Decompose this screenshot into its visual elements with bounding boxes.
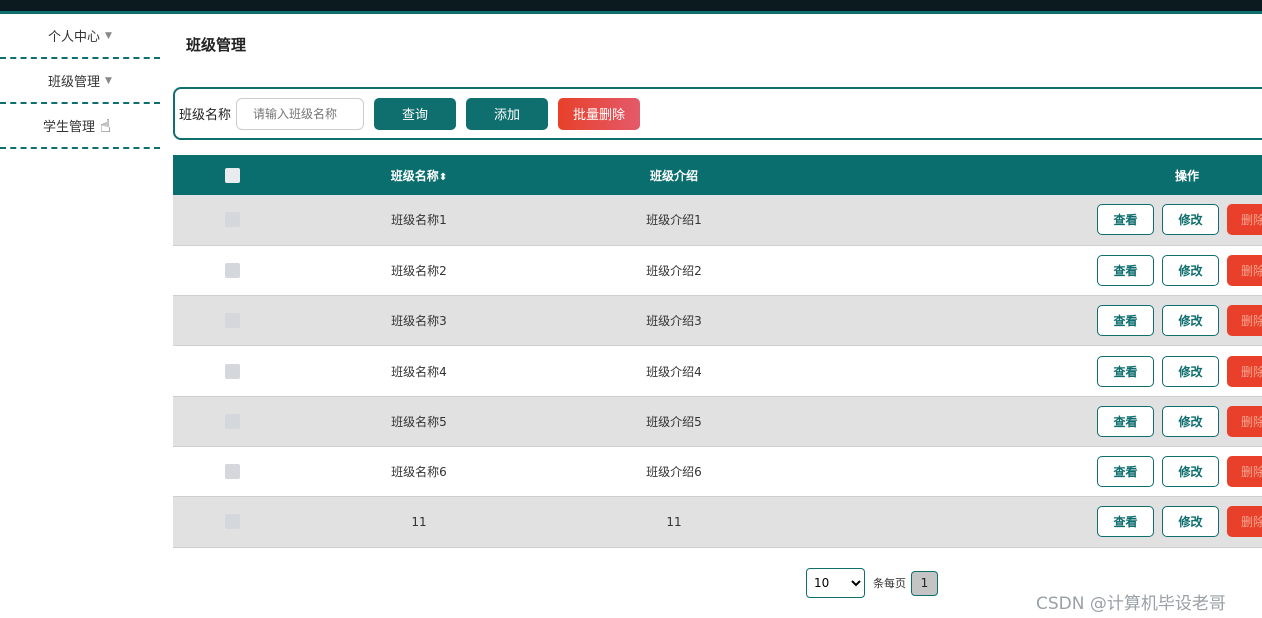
delete-button[interactable]: 删除 <box>1227 254 1262 286</box>
class-name-cell: 班级名称6 <box>291 446 547 498</box>
row-select-cell <box>173 345 291 397</box>
table-header-row: 班级名称⬍ 班级介绍 操作 <box>173 155 1262 195</box>
search-input[interactable] <box>236 97 365 130</box>
row-select-cell <box>173 396 291 447</box>
sidebar-item-label: 个人中心 <box>48 30 101 45</box>
class-intro-cell: 班级介绍6 <box>547 446 801 498</box>
class-intro-cell: 班级介绍2 <box>547 245 801 297</box>
row-checkbox[interactable] <box>224 514 240 530</box>
table-row: 班级名称2 班级介绍2 查看 修改 删除 <box>173 245 1262 297</box>
watermark: CSDN @计算机毕设老哥 <box>1036 594 1226 614</box>
row-checkbox[interactable] <box>224 313 240 329</box>
ops-cell: 查看 修改 删除 <box>801 496 1262 548</box>
class-name-cell: 班级名称1 <box>291 195 547 246</box>
caret-down-icon: ▼ <box>105 75 112 86</box>
page-title: 班级管理 <box>186 36 247 54</box>
table-row: 班级名称6 班级介绍6 查看 修改 删除 <box>173 446 1262 498</box>
column-header-name[interactable]: 班级名称⬍ <box>291 155 547 195</box>
view-button[interactable]: 查看 <box>1097 254 1154 286</box>
search-label: 班级名称 <box>179 108 232 123</box>
edit-button[interactable]: 修改 <box>1162 355 1219 387</box>
sidebar-item-student-management[interactable]: 学生管理 ☝ <box>0 104 160 149</box>
select-all-checkbox[interactable] <box>224 167 240 183</box>
ops-cell: 查看 修改 删除 <box>801 446 1262 498</box>
class-intro-cell: 班级介绍4 <box>547 345 801 397</box>
table-row: 班级名称1 班级介绍1 查看 修改 删除 <box>173 195 1262 246</box>
edit-button[interactable]: 修改 <box>1162 405 1219 437</box>
page-size-select[interactable]: 10 <box>806 568 865 598</box>
row-select-cell <box>173 195 291 246</box>
hand-cursor-icon: ☝ <box>100 116 111 137</box>
column-header-intro: 班级介绍 <box>547 155 801 195</box>
view-button[interactable]: 查看 <box>1097 405 1154 437</box>
row-checkbox[interactable] <box>224 212 240 228</box>
delete-button[interactable]: 删除 <box>1227 355 1262 387</box>
pagination: 10 条每页 1 <box>806 568 938 598</box>
class-intro-cell: 班级介绍3 <box>547 295 801 347</box>
edit-button[interactable]: 修改 <box>1162 305 1219 337</box>
delete-button[interactable]: 删除 <box>1227 456 1262 488</box>
per-page-label: 条每页 <box>873 577 906 590</box>
class-table: 班级名称⬍ 班级介绍 操作 班级名称1 班级介绍1 查看 修改 删除 班级名称2 <box>173 155 1262 548</box>
edit-button[interactable]: 修改 <box>1162 456 1219 488</box>
column-header-label: 操作 <box>1175 168 1200 183</box>
column-header-label: 班级名称 <box>390 168 439 183</box>
delete-button[interactable]: 删除 <box>1227 405 1262 437</box>
delete-button[interactable]: 删除 <box>1227 305 1262 337</box>
row-select-cell <box>173 446 291 498</box>
ops-cell: 查看 修改 删除 <box>801 195 1262 246</box>
row-checkbox[interactable] <box>224 262 240 278</box>
delete-button[interactable]: 删除 <box>1227 506 1262 538</box>
view-button[interactable]: 查看 <box>1097 506 1154 538</box>
add-button[interactable]: 添加 <box>466 97 549 130</box>
row-select-cell <box>173 295 291 347</box>
search-bar: 班级名称 查询 添加 批量删除 <box>173 87 1262 140</box>
view-button[interactable]: 查看 <box>1097 456 1154 488</box>
caret-down-icon: ▼ <box>105 30 112 41</box>
sort-icon[interactable]: ⬍ <box>439 172 447 183</box>
row-select-cell <box>173 245 291 297</box>
sidebar-item-class-management[interactable]: 班级管理 ▼ <box>0 59 160 104</box>
view-button[interactable]: 查看 <box>1097 305 1154 337</box>
batch-delete-button[interactable]: 批量删除 <box>558 97 641 130</box>
table-row: 班级名称5 班级介绍5 查看 修改 删除 <box>173 396 1262 447</box>
sidebar-item-personal-center[interactable]: 个人中心 ▼ <box>0 14 160 59</box>
class-name-cell: 11 <box>291 496 547 548</box>
sidebar: 个人中心 ▼ 班级管理 ▼ 学生管理 ☝ <box>0 14 160 149</box>
page-number-button[interactable]: 1 <box>911 570 938 596</box>
table-row: 班级名称4 班级介绍4 查看 修改 删除 <box>173 345 1262 397</box>
class-intro-cell: 11 <box>547 496 801 548</box>
table-row: 11 11 查看 修改 删除 <box>173 496 1262 548</box>
ops-cell: 查看 修改 删除 <box>801 345 1262 397</box>
class-intro-cell: 班级介绍5 <box>547 396 801 447</box>
class-name-cell: 班级名称5 <box>291 396 547 447</box>
top-bar <box>0 0 1262 14</box>
sidebar-item-label: 学生管理 <box>43 120 96 135</box>
row-select-cell <box>173 496 291 548</box>
table-row: 班级名称3 班级介绍3 查看 修改 删除 <box>173 295 1262 347</box>
row-checkbox[interactable] <box>224 363 240 379</box>
row-checkbox[interactable] <box>224 464 240 480</box>
class-intro-cell: 班级介绍1 <box>547 195 801 246</box>
edit-button[interactable]: 修改 <box>1162 506 1219 538</box>
edit-button[interactable]: 修改 <box>1162 254 1219 286</box>
edit-button[interactable]: 修改 <box>1162 204 1219 236</box>
view-button[interactable]: 查看 <box>1097 204 1154 236</box>
delete-button[interactable]: 删除 <box>1227 204 1262 236</box>
class-name-cell: 班级名称2 <box>291 245 547 297</box>
sidebar-item-label: 班级管理 <box>48 75 101 90</box>
ops-cell: 查看 修改 删除 <box>801 295 1262 347</box>
ops-cell: 查看 修改 删除 <box>801 245 1262 297</box>
query-button[interactable]: 查询 <box>374 97 457 130</box>
class-name-cell: 班级名称4 <box>291 345 547 397</box>
view-button[interactable]: 查看 <box>1097 355 1154 387</box>
select-all-cell <box>173 155 291 195</box>
ops-cell: 查看 修改 删除 <box>801 396 1262 447</box>
row-checkbox[interactable] <box>224 413 240 429</box>
column-header-ops: 操作 <box>801 155 1262 195</box>
class-name-cell: 班级名称3 <box>291 295 547 347</box>
